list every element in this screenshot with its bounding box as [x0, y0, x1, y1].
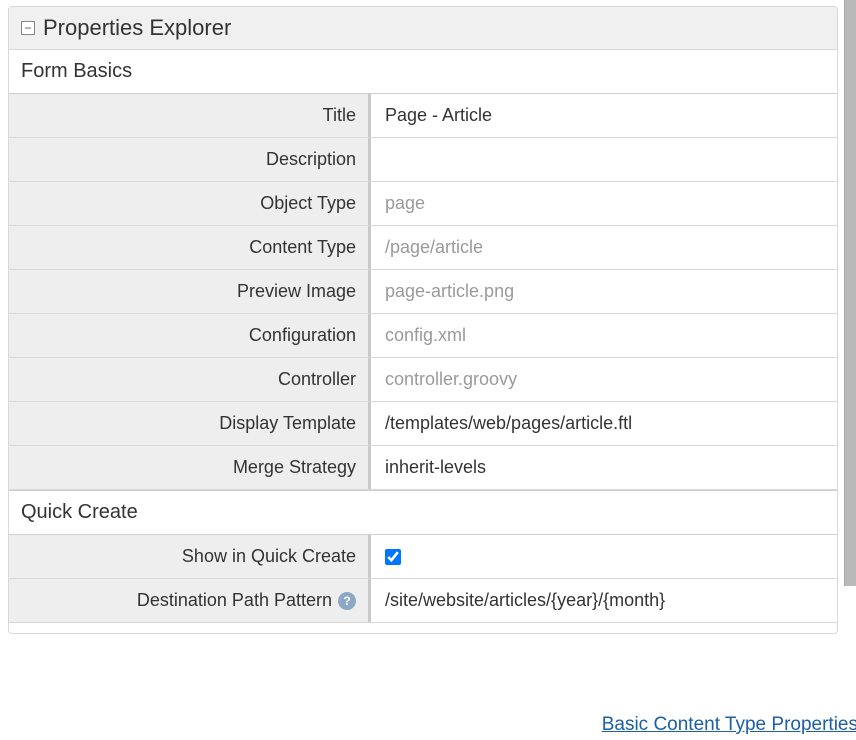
label-destination-path-text: Destination Path Pattern — [137, 590, 332, 611]
label-description: Description — [9, 138, 371, 181]
row-display-template: Display Template /templates/web/pages/ar… — [9, 402, 837, 446]
panel-header[interactable]: − Properties Explorer — [9, 7, 837, 50]
value-object-type: page — [371, 182, 837, 225]
footnote: Basic Content Type Properties — [18, 704, 856, 736]
row-show-in-quick-create: Show in Quick Create — [9, 535, 837, 579]
properties-explorer-panel: − Properties Explorer Form Basics Title … — [8, 6, 838, 634]
row-preview-image: Preview Image page-article.png — [9, 270, 837, 314]
label-title: Title — [9, 94, 371, 137]
value-destination-path[interactable]: /site/website/articles/{year}/{month} — [371, 579, 837, 622]
section-heading-form-basics: Form Basics — [9, 50, 837, 94]
row-configuration: Configuration config.xml — [9, 314, 837, 358]
collapse-icon[interactable]: − — [21, 21, 35, 35]
label-display-template: Display Template — [9, 402, 371, 445]
value-display-template[interactable]: /templates/web/pages/article.ftl — [371, 402, 837, 445]
label-content-type: Content Type — [9, 226, 371, 269]
show-in-quick-create-checkbox[interactable] — [385, 549, 401, 565]
label-controller: Controller — [9, 358, 371, 401]
row-merge-strategy: Merge Strategy inherit-levels — [9, 446, 837, 490]
row-object-type: Object Type page — [9, 182, 837, 226]
row-description: Description — [9, 138, 837, 182]
label-show-in-quick-create: Show in Quick Create — [9, 535, 371, 578]
row-controller: Controller controller.groovy — [9, 358, 837, 402]
row-destination-path: Destination Path Pattern ? /site/website… — [9, 579, 837, 623]
value-show-in-quick-create — [371, 535, 837, 578]
help-icon[interactable]: ? — [338, 592, 356, 610]
label-merge-strategy: Merge Strategy — [9, 446, 371, 489]
label-configuration: Configuration — [9, 314, 371, 357]
value-title[interactable]: Page - Article — [371, 94, 837, 137]
scrollbar-track[interactable] — [844, 0, 856, 586]
label-preview-image: Preview Image — [9, 270, 371, 313]
label-object-type: Object Type — [9, 182, 371, 225]
value-preview-image: page-article.png — [371, 270, 837, 313]
value-description[interactable] — [371, 138, 837, 181]
value-content-type: /page/article — [371, 226, 837, 269]
row-content-type: Content Type /page/article — [9, 226, 837, 270]
label-destination-path: Destination Path Pattern ? — [9, 579, 371, 622]
panel-title: Properties Explorer — [43, 15, 231, 41]
value-controller: controller.groovy — [371, 358, 837, 401]
section-heading-quick-create: Quick Create — [9, 490, 837, 535]
value-configuration: config.xml — [371, 314, 837, 357]
row-title: Title Page - Article — [9, 94, 837, 138]
basic-content-type-properties-link[interactable]: Basic Content Type Properties — [602, 714, 856, 735]
value-merge-strategy[interactable]: inherit-levels — [371, 446, 837, 489]
